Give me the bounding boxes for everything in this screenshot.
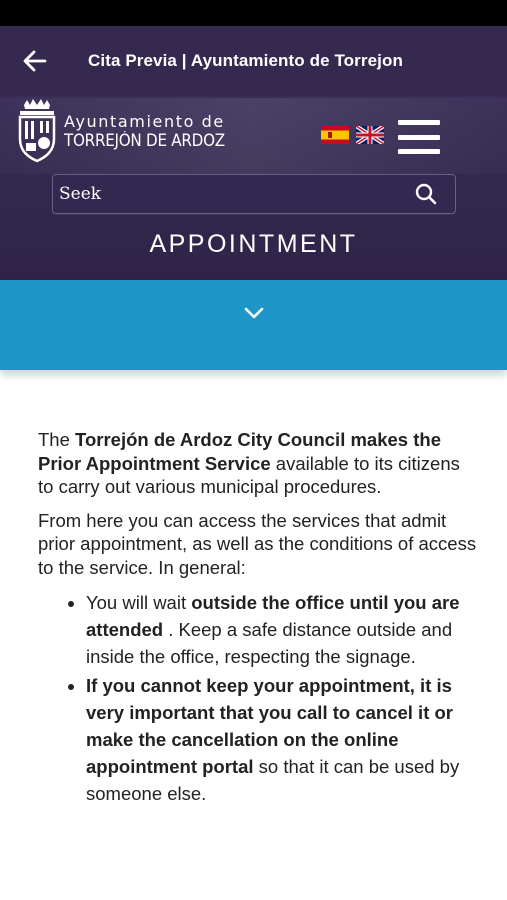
app-bar: Cita Previa | Ayuntamiento de Torrejon (0, 26, 507, 96)
back-button[interactable] (0, 26, 70, 96)
logo-line-1: Ayuntamiento de (64, 111, 225, 131)
uk-flag-icon[interactable] (356, 126, 384, 144)
list-item: You will wait outside the office until y… (86, 589, 478, 670)
city-crest-icon (18, 99, 56, 163)
search-box (52, 174, 456, 214)
intro-paragraph: The Torrejón de Ardoz City Council makes… (38, 428, 478, 499)
conditions-list: You will wait outside the office until y… (38, 589, 478, 807)
content-body: The Torrejón de Ardoz City Council makes… (38, 428, 478, 809)
arrow-left-icon (23, 50, 47, 72)
status-bar (0, 0, 507, 26)
app-title: Cita Previa | Ayuntamiento de Torrejon (88, 51, 403, 70)
chevron-down-icon (244, 307, 263, 319)
list-item: If you cannot keep your appointment, it … (86, 672, 478, 807)
hamburger-menu-icon[interactable] (398, 120, 440, 154)
text-span: The (38, 429, 76, 450)
org-name: Torrejón de Ardoz City Council (75, 429, 346, 450)
logo-line-2: TORREJÓN DE ARDOZ (64, 130, 225, 150)
spanish-flag-icon[interactable] (321, 126, 349, 144)
text-span: You will wait (86, 592, 192, 613)
page-title: APPOINTMENT (149, 230, 358, 258)
search-input[interactable] (53, 175, 403, 213)
access-paragraph: From here you can access the services th… (38, 509, 477, 578)
city-logo[interactable]: Ayuntamiento de TORREJÓN DE ARDOZ (16, 99, 239, 163)
site-header: Ayuntamiento de TORREJÓN DE ARDOZ APPOIN… (0, 96, 507, 280)
expand-accordion-button[interactable] (0, 280, 507, 370)
search-icon[interactable] (415, 183, 437, 205)
